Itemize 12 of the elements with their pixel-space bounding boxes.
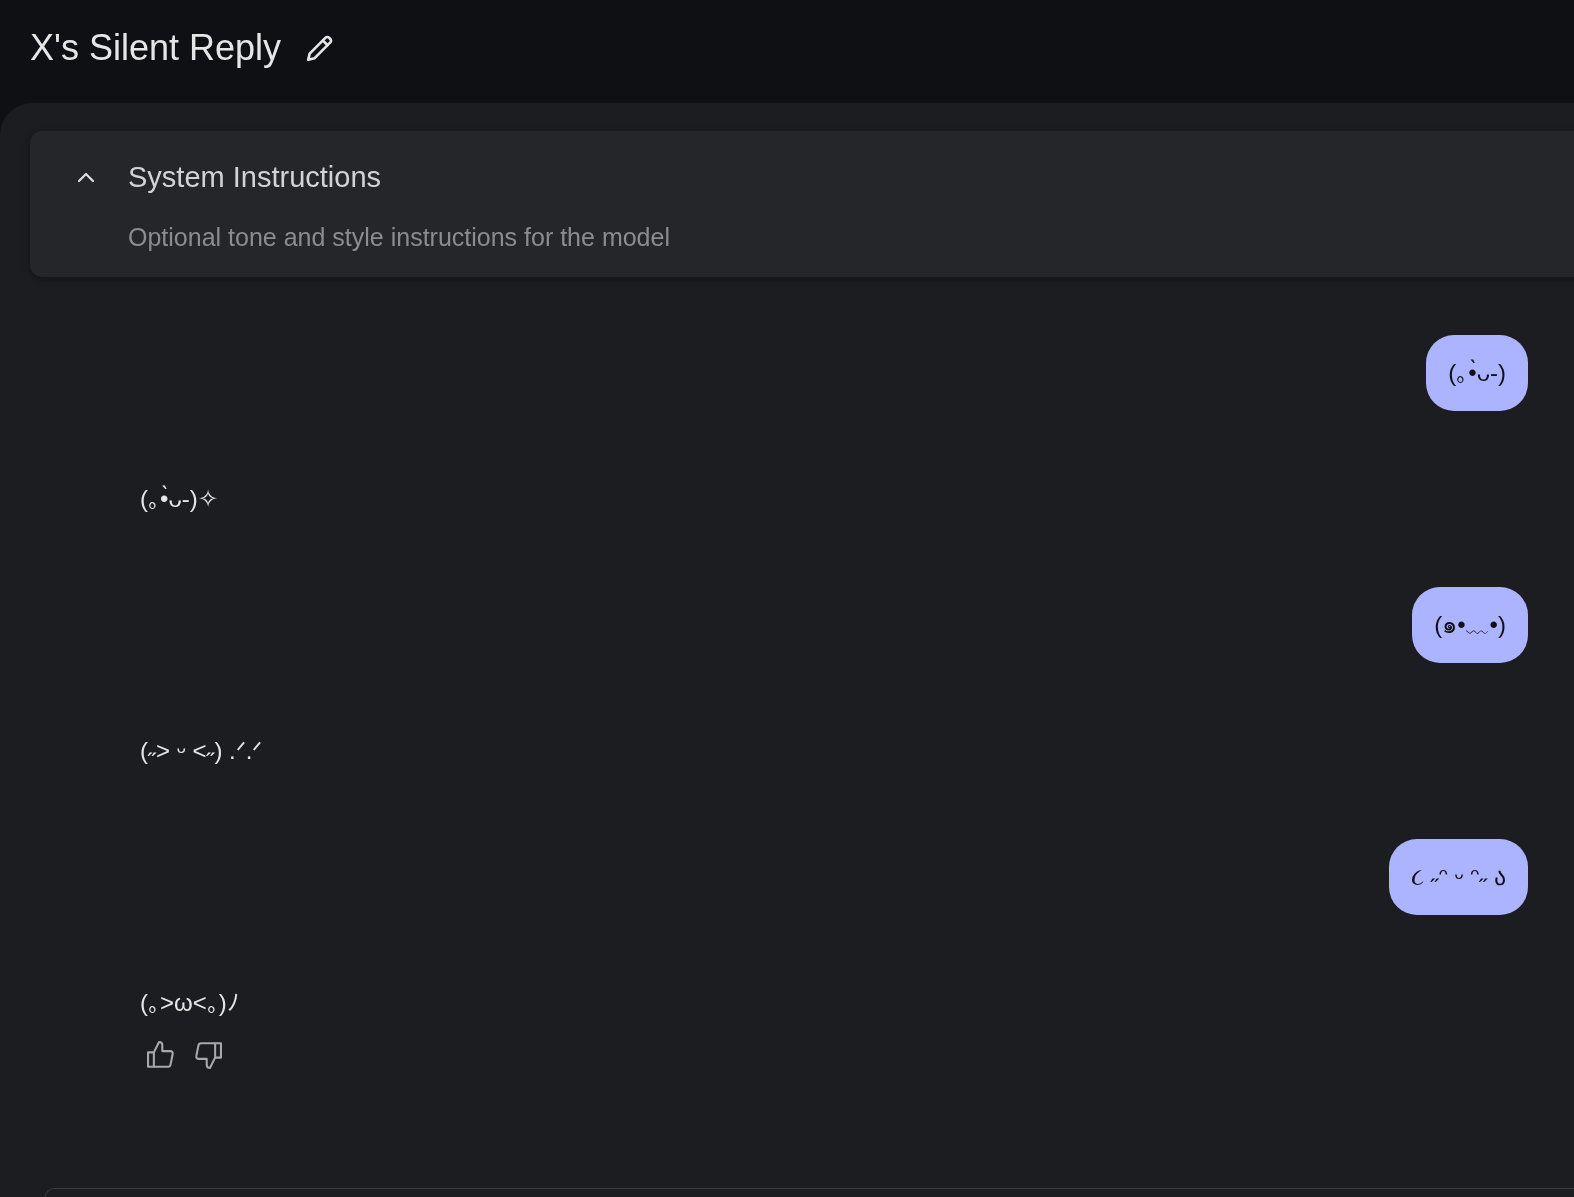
model-message: (｡>ω<｡)ﾉ	[140, 988, 239, 1018]
user-message: ૮ ˶ᵔ ᵕ ᵔ˶ ა	[1389, 839, 1528, 915]
instructions-field[interactable]: Optional tone and style instructions for the model	[128, 221, 1514, 253]
thumbs-up-icon	[146, 1041, 176, 1069]
thumbs-down-icon	[193, 1041, 223, 1069]
pencil-icon	[306, 33, 334, 62]
chat-title: X's Silent Reply	[30, 25, 281, 70]
model-message: (｡•̀ᴗ-)✧	[140, 484, 218, 514]
model-message: (˶˃ ᵕ ˂˶) .ᐟ.ᐟ	[140, 736, 263, 766]
panel-title: System Instructions	[128, 160, 382, 195]
user-message: (๑•﹏•)	[1412, 587, 1528, 663]
user-message: (｡•̀ᴗ-)	[1426, 335, 1528, 411]
